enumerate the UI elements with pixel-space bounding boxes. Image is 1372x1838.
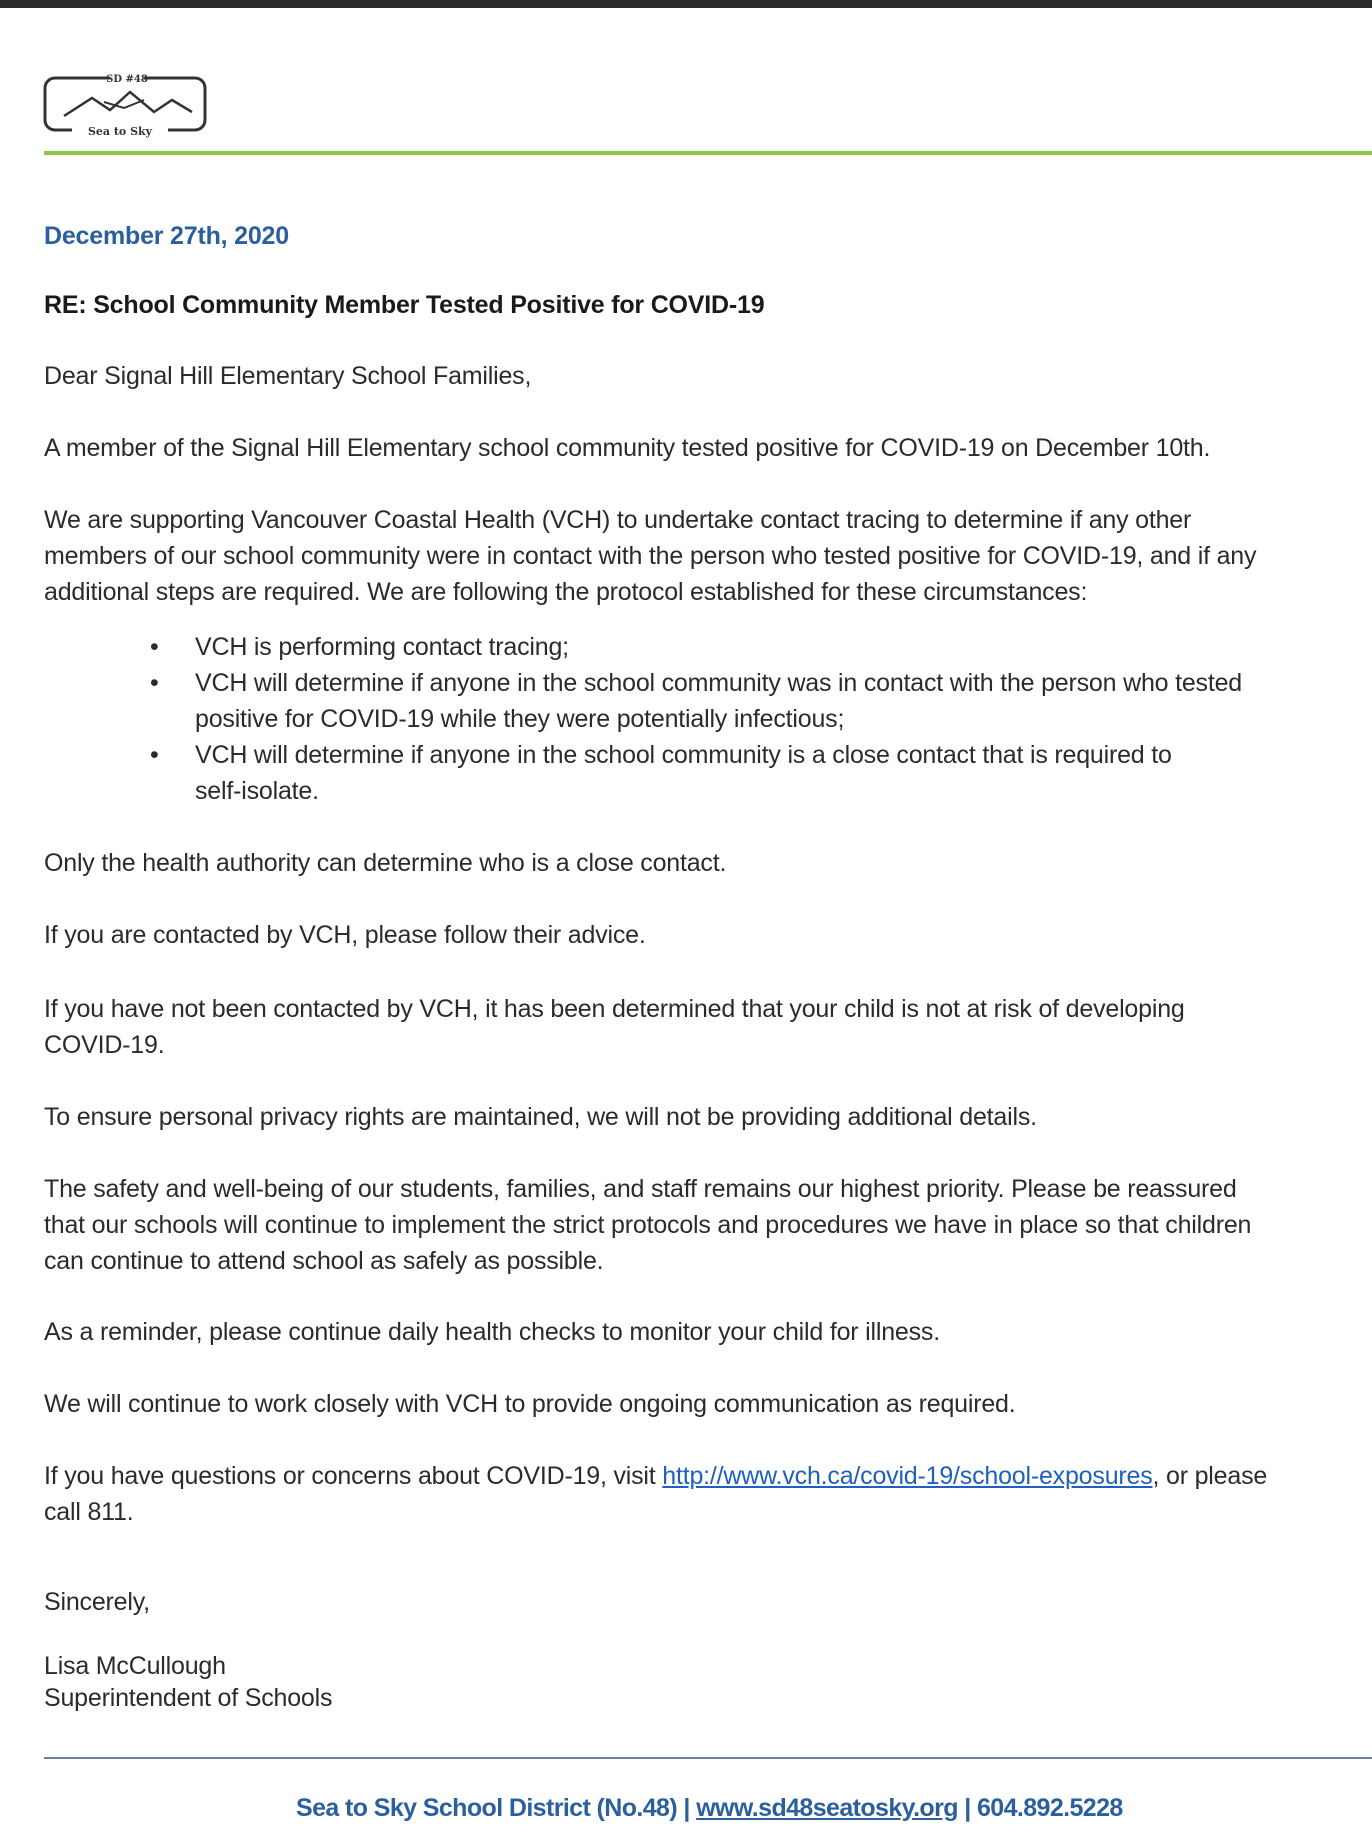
footer-rule <box>44 1757 1372 1759</box>
header-rule <box>44 151 1372 155</box>
paragraph-5-line-2: COVID-19. <box>44 1031 165 1059</box>
paragraph-2-line-1: We are supporting Vancouver Coastal Heal… <box>44 506 1192 534</box>
salutation: Dear Signal Hill Elementary School Famil… <box>44 362 532 390</box>
signer-name: Lisa McCullough <box>44 1652 226 1680</box>
bullet-1-line-1: VCH is performing contact tracing; <box>195 633 569 661</box>
paragraph-7-line-1: The safety and well-being of our student… <box>44 1175 1237 1203</box>
letter-date: December 27th, 2020 <box>44 222 289 250</box>
paragraph-4: If you are contacted by VCH, please foll… <box>44 921 646 949</box>
paragraph-9: We will continue to work closely with VC… <box>44 1390 1016 1418</box>
paragraph-5-line-1: If you have not been contacted by VCH, i… <box>44 995 1185 1023</box>
paragraph-10-line-2: call 811. <box>44 1498 134 1526</box>
paragraph-2-line-2: members of our school community were in … <box>44 542 1257 570</box>
bullet-dot: • <box>150 633 159 661</box>
paragraph-1: A member of the Signal Hill Elementary s… <box>44 434 1211 462</box>
paragraph-6: To ensure personal privacy rights are ma… <box>44 1103 1037 1131</box>
bullet-2-line-1: VCH will determine if anyone in the scho… <box>195 669 1242 697</box>
top-border <box>0 0 1372 8</box>
closing: Sincerely, <box>44 1588 150 1616</box>
paragraph-10-lead: If you have questions or concerns about … <box>44 1462 663 1490</box>
bullet-dot: • <box>150 669 159 697</box>
bullet-3-line-2: self-isolate. <box>195 777 319 805</box>
bullet-3-line-1: VCH will determine if anyone in the scho… <box>195 741 1172 769</box>
paragraph-7-line-2: that our schools will continue to implem… <box>44 1211 1252 1239</box>
letter-subject: RE: School Community Member Tested Posit… <box>44 291 765 319</box>
footer-website-link[interactable]: www.sd48seatosky.org <box>696 1794 958 1822</box>
district-logo: SD #48 Sea to Sky <box>42 72 210 142</box>
bullet-2-line-2: positive for COVID-19 while they were po… <box>195 705 845 733</box>
footer: Sea to Sky School District (No.48) | www… <box>296 1790 1123 1826</box>
mountains-icon <box>63 90 193 118</box>
signer-title: Superintendent of Schools <box>44 1684 333 1712</box>
paragraph-10-line-1: If you have questions or concerns about … <box>44 1458 1267 1494</box>
logo-top-text: SD #48 <box>106 74 148 85</box>
bullet-dot: • <box>150 741 159 769</box>
paragraph-10-trail: , or please <box>1152 1462 1268 1490</box>
vch-exposures-link[interactable]: http://www.vch.ca/covid-19/school-exposu… <box>662 1462 1152 1490</box>
paragraph-3: Only the health authority can determine … <box>44 849 727 877</box>
paragraph-7-line-3: can continue to attend school as safely … <box>44 1247 604 1275</box>
footer-district: Sea to Sky School District (No.48) | <box>296 1794 697 1822</box>
paragraph-8: As a reminder, please continue daily hea… <box>44 1318 940 1346</box>
paragraph-2-line-3: additional steps are required. We are fo… <box>44 578 1088 606</box>
logo-bottom-text: Sea to Sky <box>88 125 153 138</box>
footer-phone: | 604.892.5228 <box>957 1794 1123 1822</box>
